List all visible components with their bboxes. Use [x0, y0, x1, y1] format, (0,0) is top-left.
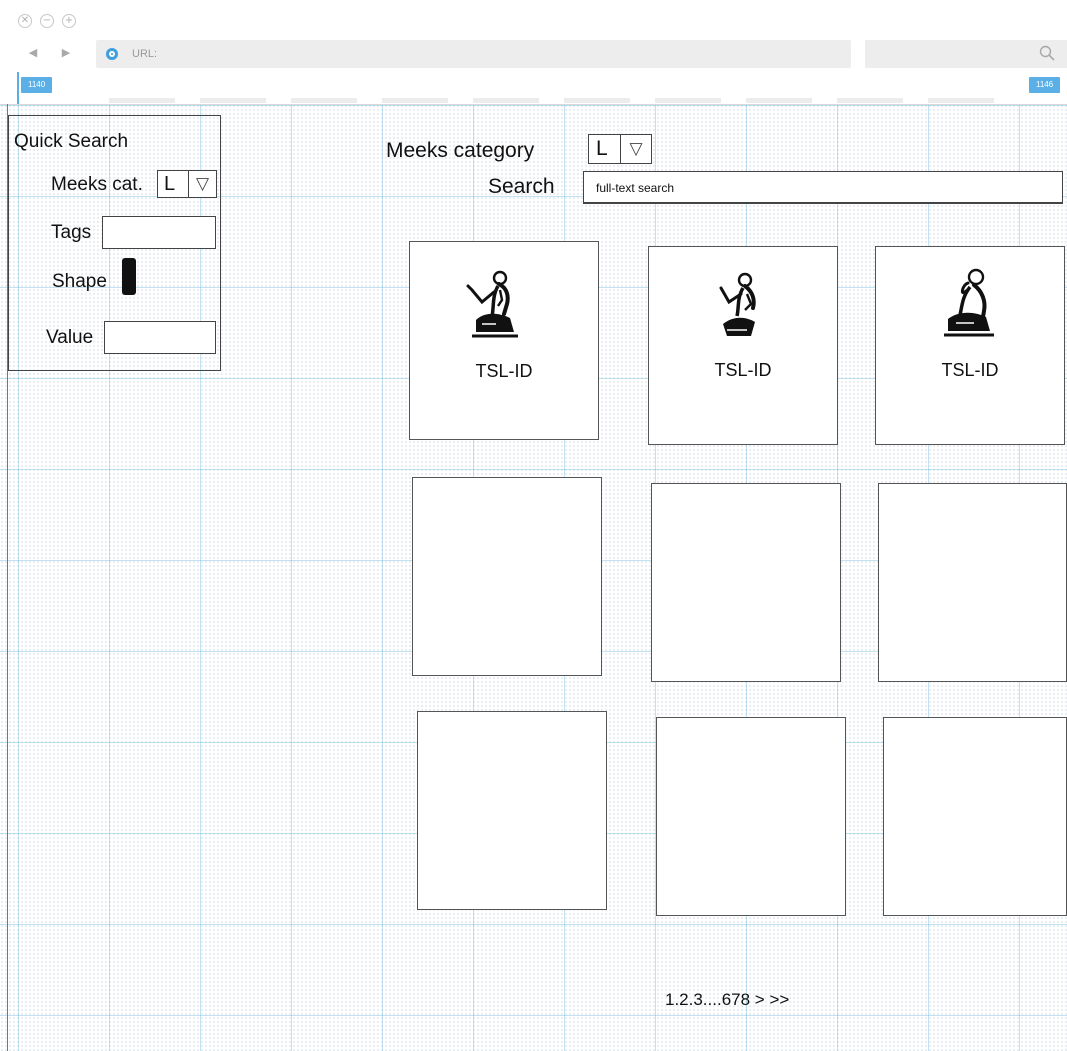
ruler-tick — [473, 98, 539, 103]
url-label: URL: — [132, 48, 158, 60]
dropdown-arrow-icon[interactable]: ▽ — [189, 171, 216, 197]
seated-man-hand-to-mouth-glyph-icon — [944, 268, 994, 337]
ruler-tick — [109, 98, 175, 103]
ruler-tick — [564, 98, 630, 103]
shape-selector[interactable] — [122, 258, 136, 295]
tags-input[interactable] — [102, 216, 216, 249]
card-tsl-id: TSL-ID — [941, 360, 999, 380]
forward-arrow-icon[interactable]: ▶ — [59, 46, 73, 60]
result-card-empty[interactable] — [878, 483, 1067, 682]
ruler-tag-left: 1140 — [21, 77, 53, 93]
result-card-empty[interactable] — [417, 711, 607, 910]
meeks-category-label: Meeks category — [386, 139, 535, 162]
result-card-empty[interactable] — [656, 717, 846, 916]
ruler-tick — [837, 98, 903, 103]
meeks-cat-label: Meeks cat. — [51, 174, 143, 195]
seated-man-hand-raised-glyph-icon — [466, 270, 518, 338]
browser-search-bar[interactable] — [865, 40, 1067, 68]
browser-chrome: ✕ − + ◀ ▶ URL: 1140 1146 — [0, 0, 1067, 105]
result-card[interactable]: TSL-ID — [648, 246, 838, 445]
back-arrow-icon[interactable]: ◀ — [26, 46, 40, 60]
full-text-search-input[interactable]: full-text search — [583, 171, 1063, 204]
ruler-tick — [655, 98, 721, 103]
result-card-empty[interactable] — [412, 477, 602, 676]
url-bar[interactable]: URL: — [96, 40, 851, 68]
site-info-icon — [106, 48, 118, 60]
search-label: Search — [488, 175, 555, 198]
ruler-tick — [291, 98, 357, 103]
ruler-tick — [382, 98, 448, 103]
meeks-category-select[interactable]: L ▽ — [588, 134, 652, 164]
ruler-tag-right: 1146 — [1029, 77, 1061, 93]
shape-label: Shape — [52, 271, 107, 292]
result-card-empty[interactable] — [883, 717, 1067, 916]
search-icon[interactable] — [1039, 45, 1055, 61]
close-window-icon[interactable]: ✕ — [18, 14, 32, 28]
value-label: Value — [46, 327, 94, 348]
ruler-tick — [746, 98, 812, 103]
ruler-tick — [928, 98, 994, 103]
quick-search-title: Quick Search — [14, 131, 129, 152]
maximize-window-icon[interactable]: + — [62, 14, 76, 28]
result-card[interactable]: TSL-ID — [409, 241, 599, 440]
meeks-cat-value: L — [158, 171, 189, 197]
ruler-tick — [200, 98, 266, 103]
ruler-marker-line — [17, 72, 19, 104]
card-tsl-id: TSL-ID — [714, 360, 772, 380]
meeks-category-value: L — [589, 135, 621, 163]
tags-label: Tags — [51, 222, 92, 243]
pagination[interactable]: 1.2.3....678 > >> — [665, 990, 789, 1010]
value-input[interactable] — [104, 321, 216, 354]
result-card[interactable]: TSL-ID — [875, 246, 1065, 445]
dropdown-arrow-icon[interactable]: ▽ — [621, 135, 651, 163]
seated-man-pointing-glyph-icon — [719, 272, 756, 336]
card-tsl-id: TSL-ID — [475, 361, 533, 381]
minimize-window-icon[interactable]: − — [40, 14, 54, 28]
meeks-cat-select[interactable]: L ▽ — [157, 170, 217, 198]
result-card-empty[interactable] — [651, 483, 841, 682]
